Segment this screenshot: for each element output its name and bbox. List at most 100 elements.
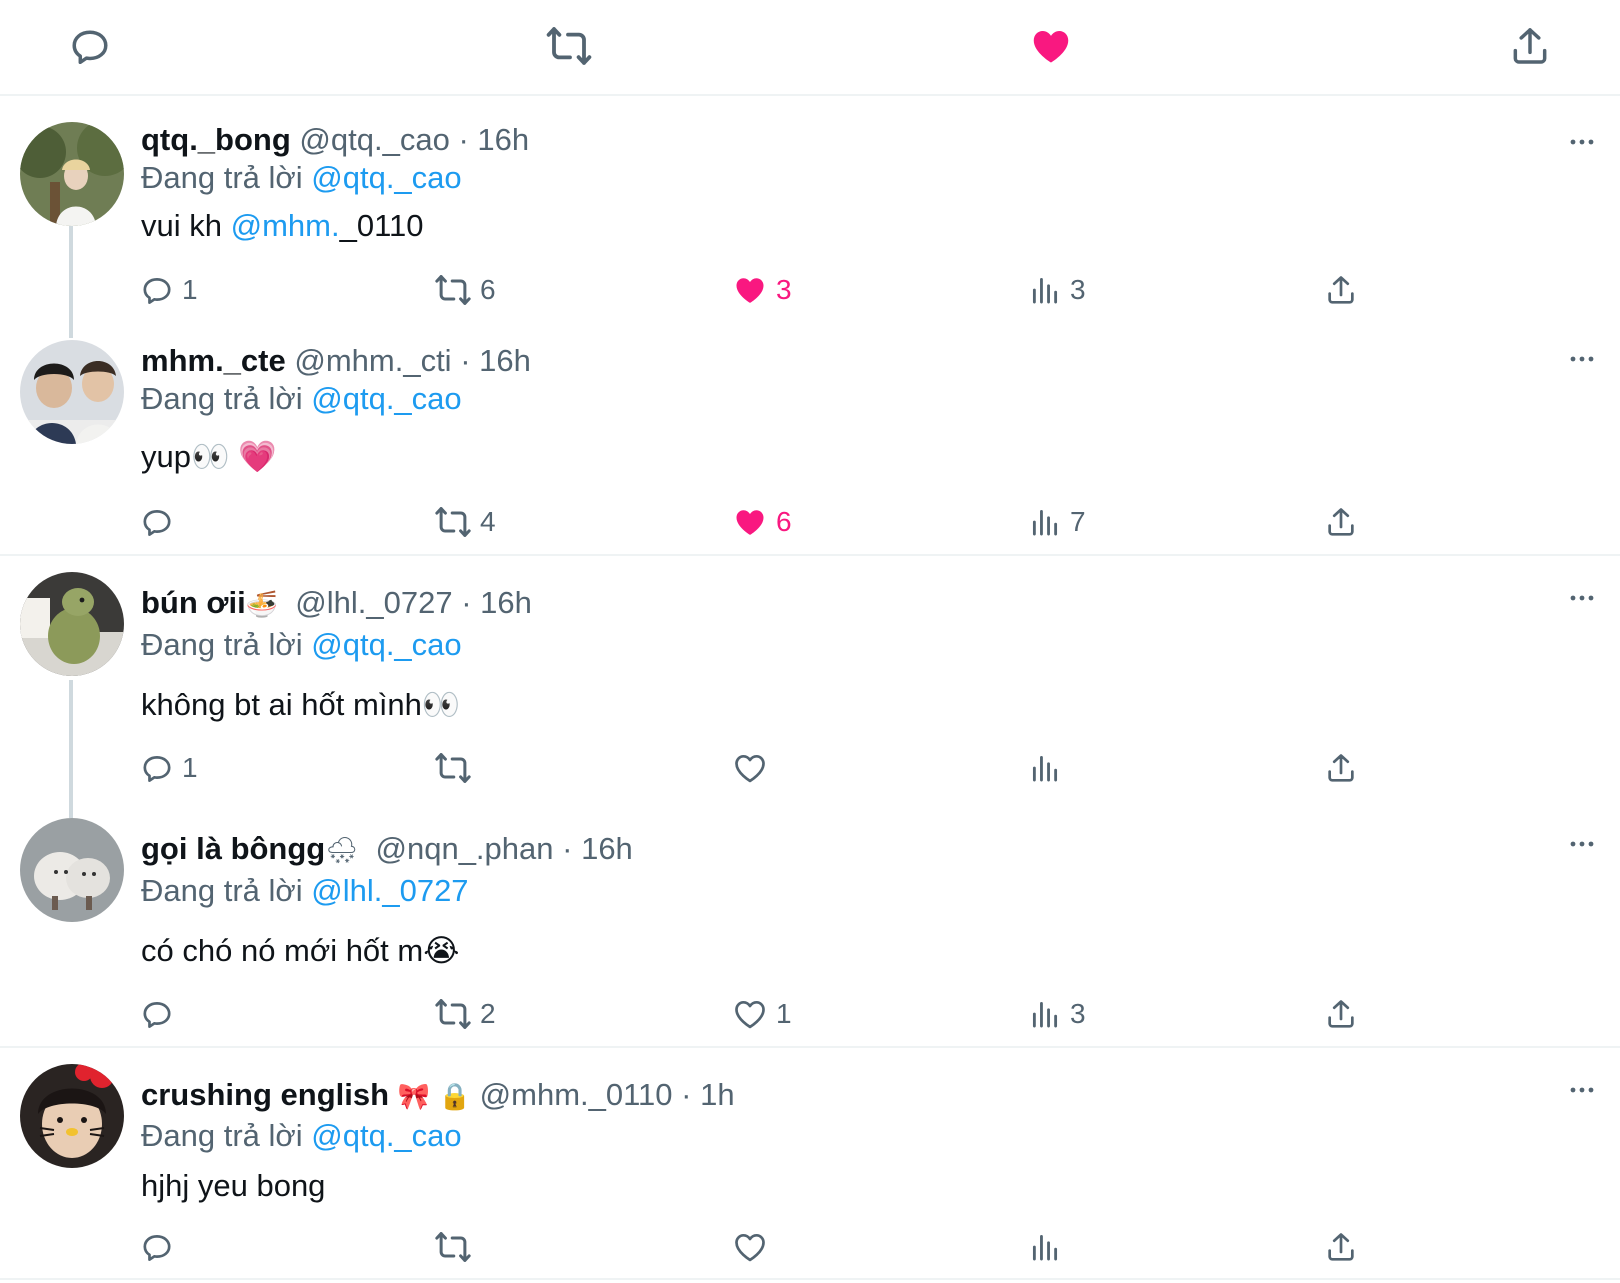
share-icon — [1324, 505, 1358, 539]
display-name[interactable]: mhm._cte — [141, 343, 286, 378]
retweet-button[interactable]: 6 — [434, 268, 496, 312]
heart-filled-icon[interactable] — [1023, 18, 1079, 74]
replying-handle[interactable]: @qtq._cao — [311, 160, 461, 195]
retweet-button[interactable]: 4 — [434, 500, 496, 544]
handle[interactable]: @mhm._cti — [294, 343, 451, 378]
reply-button[interactable]: 1 — [140, 268, 198, 312]
like-button[interactable]: 1 — [732, 992, 792, 1036]
avatar[interactable] — [20, 572, 124, 676]
tweet-text: không bt ai hốt mình👀 — [141, 687, 461, 722]
share-icon[interactable] — [1502, 18, 1558, 74]
top-action-bar — [0, 0, 1620, 96]
like-button[interactable]: 6 — [732, 500, 792, 544]
tweet-actions: 2 1 3 — [0, 992, 1620, 1036]
reply-button[interactable]: 1 — [140, 746, 198, 790]
views-icon — [1028, 505, 1062, 539]
timestamp[interactable]: · 16h — [458, 122, 529, 157]
replying-prefix: Đang trả lời — [141, 381, 303, 416]
retweet-count: 2 — [480, 998, 496, 1029]
retweet-button[interactable] — [434, 1225, 480, 1269]
views-button[interactable] — [1028, 1225, 1070, 1269]
reply-button[interactable] — [140, 992, 182, 1036]
mention-link[interactable]: @mhm. — [231, 208, 340, 243]
like-button[interactable] — [732, 746, 776, 790]
views-button[interactable] — [1028, 746, 1070, 790]
views-button[interactable]: 3 — [1028, 268, 1086, 312]
views-icon — [1028, 1230, 1062, 1264]
replying-handle[interactable]: @qtq._cao — [311, 627, 461, 662]
divider — [0, 1046, 1620, 1048]
like-button[interactable]: 3 — [732, 268, 792, 312]
replying-prefix: Đang trả lời — [141, 1118, 303, 1153]
views-count: 7 — [1070, 506, 1086, 537]
handle[interactable]: @nqn_.phan — [376, 831, 554, 866]
heart-filled-icon — [732, 504, 768, 540]
retweet-button[interactable]: 2 — [434, 992, 496, 1036]
replying-handle[interactable]: @qtq._cao — [311, 1118, 461, 1153]
share-button[interactable] — [1324, 992, 1358, 1036]
more-options-icon[interactable] — [1562, 832, 1602, 856]
replying-prefix: Đang trả lời — [141, 160, 303, 195]
views-button[interactable]: 3 — [1028, 992, 1086, 1036]
reply-icon — [140, 273, 174, 307]
tweet-text: vui kh @mhm._0110 — [141, 208, 424, 244]
reply-icon[interactable] — [62, 18, 118, 74]
timestamp[interactable]: · 16h — [562, 831, 633, 866]
display-name[interactable]: qtq._bong — [141, 122, 291, 157]
avatar[interactable] — [20, 1064, 124, 1168]
replying-to: Đang trả lời @qtq._cao — [141, 160, 462, 196]
timestamp[interactable]: · 16h — [461, 585, 532, 620]
ribbon-emoji: 🎀 — [397, 1081, 431, 1111]
share-button[interactable] — [1324, 1225, 1358, 1269]
more-options-icon[interactable] — [1562, 586, 1602, 610]
more-options-icon[interactable] — [1562, 347, 1602, 371]
reply-button[interactable] — [140, 500, 182, 544]
retweet-icon[interactable] — [541, 18, 597, 74]
avatar[interactable] — [20, 818, 124, 922]
avatar[interactable] — [20, 340, 124, 444]
reply-button[interactable] — [140, 1225, 182, 1269]
more-options-icon[interactable] — [1562, 130, 1602, 154]
replying-handle[interactable]: @qtq._cao — [311, 381, 461, 416]
tweet-text: có chó nó mới hốt m😭 — [141, 933, 460, 968]
tweet-actions: 4 6 7 — [0, 500, 1620, 544]
retweet-button[interactable] — [434, 746, 480, 790]
lock-icon: 🔒 — [438, 1081, 472, 1111]
replying-to: Đang trả lời @qtq._cao — [141, 381, 462, 417]
reply-icon — [140, 505, 174, 539]
share-button[interactable] — [1324, 268, 1358, 312]
tweet-actions: 1 6 3 3 — [0, 268, 1620, 312]
replying-handle[interactable]: @lhl._0727 — [311, 873, 468, 908]
avatar[interactable] — [20, 122, 124, 226]
reply-count: 1 — [182, 752, 198, 783]
views-button[interactable]: 7 — [1028, 500, 1086, 544]
tweet-header: bún ơii🍜 @lhl._0727 · 16h — [141, 585, 532, 621]
heart-filled-icon — [732, 272, 768, 308]
handle[interactable]: @qtq._cao — [299, 122, 449, 157]
share-button[interactable] — [1324, 500, 1358, 544]
display-name[interactable]: gọi là bôngg — [141, 831, 325, 866]
retweet-count: 4 — [480, 506, 496, 537]
handle[interactable]: @lhl._0727 — [295, 585, 452, 620]
tweet-actions: 1 — [0, 746, 1620, 790]
handle[interactable]: @mhm._0110 — [480, 1077, 673, 1112]
timestamp[interactable]: · 16h — [460, 343, 531, 378]
replying-prefix: Đang trả lời — [141, 627, 303, 662]
share-button[interactable] — [1324, 746, 1358, 790]
tweet-header: gọi là bôngg🌨 @nqn_.phan · 16h — [141, 831, 633, 867]
views-icon — [1028, 273, 1062, 307]
share-icon — [1324, 273, 1358, 307]
replying-prefix: Đang trả lời — [141, 873, 303, 908]
share-icon — [1324, 997, 1358, 1031]
more-options-icon[interactable] — [1562, 1078, 1602, 1102]
timestamp[interactable]: · 1h — [681, 1077, 734, 1112]
like-count: 3 — [776, 274, 792, 305]
display-name[interactable]: crushing english — [141, 1077, 389, 1112]
like-button[interactable] — [732, 1225, 776, 1269]
views-icon — [1028, 751, 1062, 785]
tweet-text-end: _0110 — [339, 208, 424, 243]
display-name[interactable]: bún ơii — [141, 585, 246, 620]
tweet-header: mhm._cte @mhm._cti · 16h — [141, 343, 531, 379]
heart-icon — [732, 996, 768, 1032]
retweet-icon — [434, 995, 472, 1033]
